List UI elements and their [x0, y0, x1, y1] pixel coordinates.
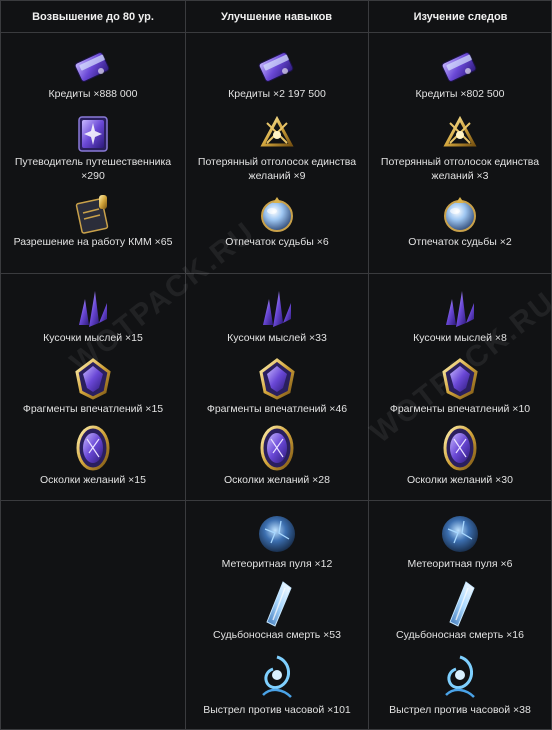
item-impression-fragments: Фрагменты впечатлений ×10: [368, 356, 552, 416]
item-label: Разрешение на работу КММ ×65: [13, 236, 173, 248]
item-thought-shards: Кусочки мыслей ×33: [185, 285, 369, 345]
materials-table: Возвышение до 80 ур. Улучшение навыков И…: [0, 0, 552, 730]
item-label: Фрагменты впечатлений ×10: [389, 403, 531, 415]
wish-shards-icon: [76, 425, 110, 471]
item-label: Потерянный отголосок единства желаний ×9: [197, 156, 357, 182]
item-label: Кредиты ×888 000: [48, 88, 138, 100]
meteorite-bullet-icon: [259, 516, 295, 552]
item-meteorite-bullet: Метеоритная пуля ×12: [185, 511, 369, 571]
credits-card-icon: [74, 52, 110, 82]
header-ascension: Возвышение до 80 ур.: [32, 10, 154, 23]
counterclockwise-shot-icon: [445, 655, 475, 698]
item-label: Фрагменты впечатлений ×15: [22, 403, 164, 415]
fateful-death-icon: [449, 581, 475, 627]
item-label: Метеоритная пуля ×12: [221, 558, 333, 570]
credits-card-icon: [441, 52, 477, 82]
item-label: Осколки желаний ×15: [40, 474, 146, 486]
item-lost-echo: Потерянный отголосок единства желаний ×3: [368, 111, 552, 183]
item-label: Отпечаток судьбы ×2: [408, 236, 512, 248]
item-label: Кусочки мыслей ×33: [227, 332, 327, 344]
travelers-guide-book-icon: [78, 116, 108, 152]
item-credits: Кредиты ×888 000: [1, 47, 185, 101]
thought-shards-icon: [446, 291, 474, 327]
impression-fragment-icon: [259, 358, 295, 400]
header-trace-study: Изучение следов: [413, 10, 508, 23]
item-label: Потерянный отголосок единства желаний ×3: [380, 156, 540, 182]
row-divider: [1, 273, 551, 274]
item-label: Кредиты ×802 500: [415, 88, 505, 100]
thought-shards-icon: [79, 291, 107, 327]
impression-fragment-icon: [75, 358, 111, 400]
item-fateful-death: Судьбоносная смерть ×53: [185, 576, 369, 642]
wish-shards-icon: [443, 425, 477, 471]
counterclockwise-shot-icon: [262, 655, 292, 698]
header-divider: [1, 32, 551, 33]
impression-fragment-icon: [442, 358, 478, 400]
item-label: Фрагменты впечатлений ×46: [206, 403, 348, 415]
fate-imprint-orb-icon: [444, 197, 476, 232]
item-thought-shards: Кусочки мыслей ×8: [368, 285, 552, 345]
header-skill-upgrade: Улучшение навыков: [220, 10, 333, 23]
item-fate-imprint: Отпечаток судьбы ×2: [368, 193, 552, 249]
item-credits: Кредиты ×2 197 500: [185, 47, 369, 101]
item-label: Отпечаток судьбы ×6: [225, 236, 329, 248]
item-wish-shards: Осколки желаний ×15: [1, 423, 185, 487]
item-label: Путеводитель путешественника ×290: [14, 156, 172, 182]
item-work-permit: Разрешение на работу КММ ×65: [1, 191, 185, 249]
fateful-death-icon: [266, 581, 292, 627]
item-label: Кредиты ×2 197 500: [228, 88, 326, 100]
item-fateful-death: Судьбоносная смерть ×16: [368, 576, 552, 642]
item-counterclockwise-shot: Выстрел против часовой ×38: [368, 651, 552, 717]
item-counterclockwise-shot: Выстрел против часовой ×101: [185, 651, 369, 717]
item-label: Судьбоносная смерть ×53: [213, 629, 341, 641]
item-impression-fragments: Фрагменты впечатлений ×15: [1, 356, 185, 416]
item-travelers-guide: Путеводитель путешественника ×290: [1, 111, 185, 183]
item-label: Метеоритная пуля ×6: [407, 558, 513, 570]
item-meteorite-bullet: Метеоритная пуля ×6: [368, 511, 552, 571]
row-divider: [1, 500, 551, 501]
item-wish-shards: Осколки желаний ×30: [368, 423, 552, 487]
item-impression-fragments: Фрагменты впечатлений ×46: [185, 356, 369, 416]
item-label: Судьбоносная смерть ×16: [396, 629, 524, 641]
item-credits: Кредиты ×802 500: [368, 47, 552, 101]
item-label: Кусочки мыслей ×15: [43, 332, 143, 344]
item-thought-shards: Кусочки мыслей ×15: [1, 285, 185, 345]
thought-shards-icon: [263, 291, 291, 327]
lost-echo-icon: [443, 115, 477, 147]
item-label: Выстрел против часовой ×101: [203, 704, 351, 716]
item-fate-imprint: Отпечаток судьбы ×6: [185, 193, 369, 249]
fate-imprint-orb-icon: [261, 197, 293, 232]
meteorite-bullet-icon: [442, 516, 478, 552]
item-lost-echo: Потерянный отголосок единства желаний ×9: [185, 111, 369, 183]
item-wish-shards: Осколки желаний ×28: [185, 423, 369, 487]
item-label: Выстрел против часовой ×38: [389, 704, 531, 716]
credits-card-icon: [258, 52, 294, 82]
work-permit-icon: [75, 195, 109, 234]
wish-shards-icon: [260, 425, 294, 471]
item-label: Осколки желаний ×28: [224, 474, 330, 486]
lost-echo-icon: [260, 115, 294, 147]
item-label: Кусочки мыслей ×8: [413, 332, 507, 344]
item-label: Осколки желаний ×30: [407, 474, 513, 486]
